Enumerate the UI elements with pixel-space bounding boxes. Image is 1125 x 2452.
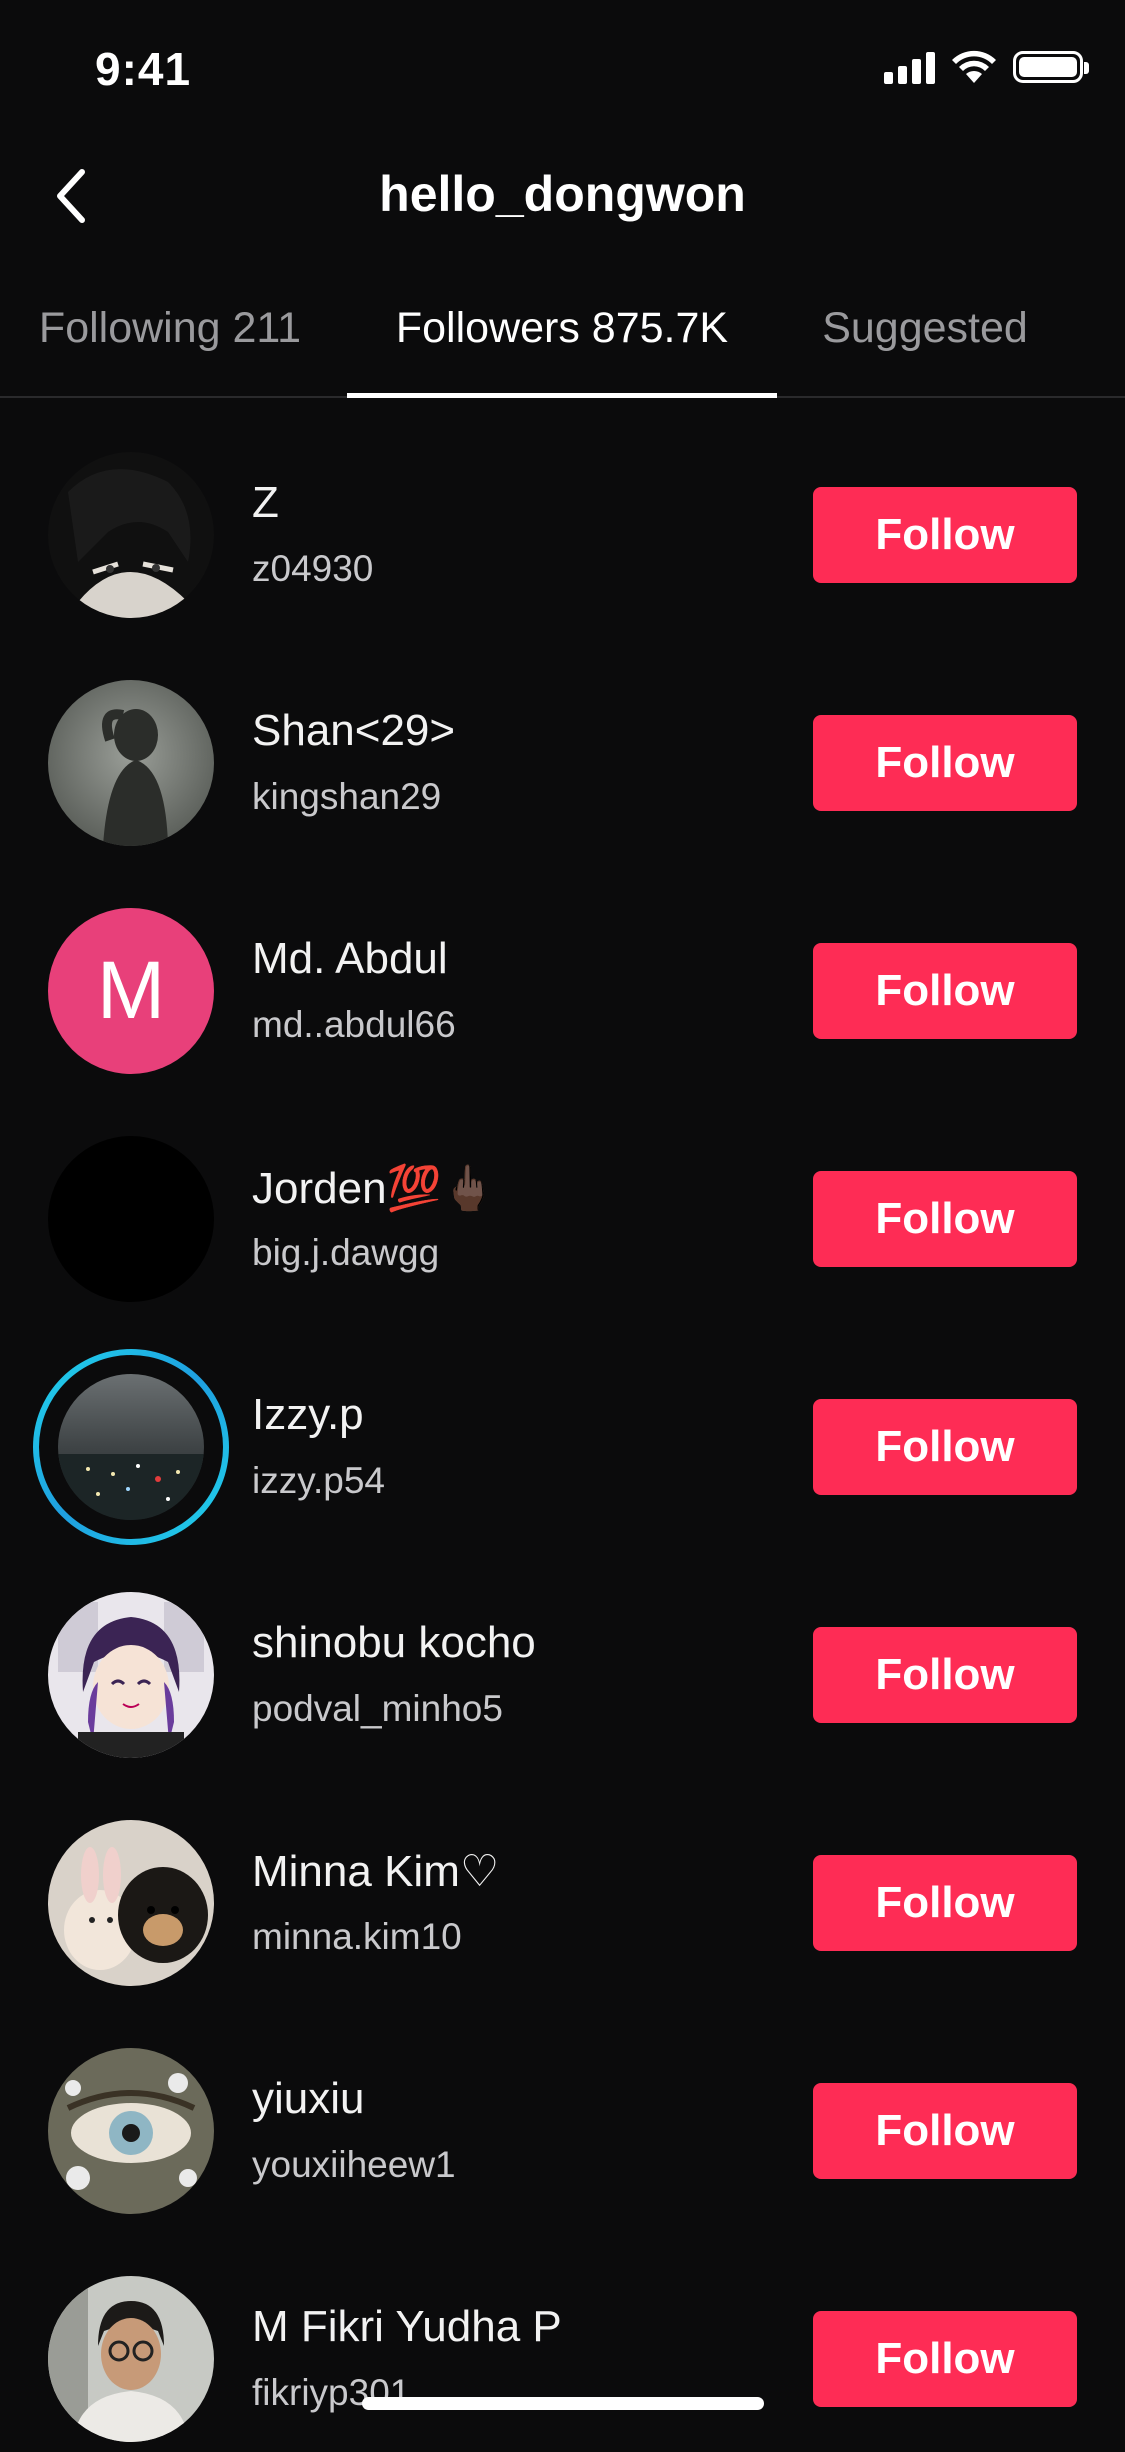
follow-button[interactable]: Follow [813, 2311, 1077, 2407]
follow-button[interactable]: Follow [813, 1399, 1077, 1495]
follow-button[interactable]: Follow [813, 943, 1077, 1039]
follower-handle: z04930 [252, 548, 374, 589]
tab-following-label: Following 211 [38, 304, 302, 352]
list-item[interactable]: Minna Kim♡ minna.kim10 Follow [0, 1768, 1125, 1996]
tab-bar: Following 211 Followers 875.7K Suggested [0, 290, 1125, 398]
follower-handle: youxiiheew1 [252, 2144, 456, 2185]
follower-name: yiuxiu [252, 2074, 365, 2123]
list-item[interactable]: Shan<29> kingshan29 Follow [0, 628, 1125, 856]
active-tab-indicator [347, 393, 777, 398]
follower-name: Md. Abdul [252, 934, 448, 983]
follow-button[interactable]: Follow [813, 487, 1077, 583]
list-item[interactable]: Z z04930 Follow [0, 400, 1125, 628]
follow-button[interactable]: Follow [813, 715, 1077, 811]
avatar[interactable] [48, 680, 214, 846]
follower-handle: podval_minho5 [252, 1688, 503, 1729]
avatar[interactable] [48, 2276, 214, 2442]
follower-handle: izzy.p54 [252, 1460, 385, 1501]
tab-followers-label: Followers 875.7K [395, 304, 729, 352]
avatar[interactable] [58, 1374, 204, 1520]
follow-button[interactable]: Follow [813, 2083, 1077, 2179]
follow-button[interactable]: Follow [813, 1855, 1077, 1951]
follower-name: Shan<29> [252, 706, 456, 755]
follower-handle: minna.kim10 [252, 1916, 462, 1957]
follower-name: Z [252, 478, 279, 527]
follower-handle: md..abdul66 [252, 1004, 456, 1045]
list-item[interactable]: M Fikri Yudha P fikriyp301 Follow [0, 2224, 1125, 2452]
avatar[interactable]: M [48, 908, 214, 1074]
battery-icon [1013, 51, 1089, 83]
avatar[interactable] [48, 2048, 214, 2214]
status-time: 9:41 [95, 43, 192, 95]
tab-suggested-label: Suggested [822, 304, 1028, 352]
list-item[interactable]: M Md. Abdul md..abdul66 Follow [0, 856, 1125, 1084]
follower-name: shinobu kocho [252, 1618, 536, 1667]
follower-name: Izzy.p [252, 1390, 364, 1439]
wifi-icon [952, 50, 996, 83]
follower-name: Jorden💯🖕🏿 [252, 1164, 497, 1213]
tab-suggested[interactable]: Suggested [800, 290, 1050, 396]
avatar[interactable] [48, 1592, 214, 1758]
follower-name: Minna Kim♡ [252, 1847, 500, 1896]
follow-button[interactable]: Follow [813, 1627, 1077, 1723]
tab-following[interactable]: Following 211 [0, 290, 340, 396]
list-item[interactable]: shinobu kocho podval_minho5 Follow [0, 1540, 1125, 1768]
status-icons [884, 50, 1089, 84]
list-item[interactable]: Izzy.p izzy.p54 Follow [0, 1312, 1125, 1545]
list-item[interactable]: Jorden💯🖕🏿 big.j.dawgg Follow [0, 1084, 1125, 1312]
follow-button[interactable]: Follow [813, 1171, 1077, 1267]
follower-handle: big.j.dawgg [252, 1232, 440, 1273]
page-title: hello_dongwon [379, 166, 746, 222]
avatar[interactable] [48, 1136, 214, 1302]
home-indicator[interactable] [362, 2397, 764, 2410]
avatar[interactable] [48, 452, 214, 618]
cellular-signal-icon [884, 50, 935, 84]
list-item[interactable]: yiuxiu youxiiheew1 Follow [0, 1996, 1125, 2224]
tab-followers[interactable]: Followers 875.7K [347, 290, 777, 398]
follower-name: M Fikri Yudha P [252, 2302, 562, 2351]
avatar[interactable] [48, 1820, 214, 1986]
status-bar: 9:41 [0, 0, 1125, 140]
follower-handle: kingshan29 [252, 776, 442, 817]
